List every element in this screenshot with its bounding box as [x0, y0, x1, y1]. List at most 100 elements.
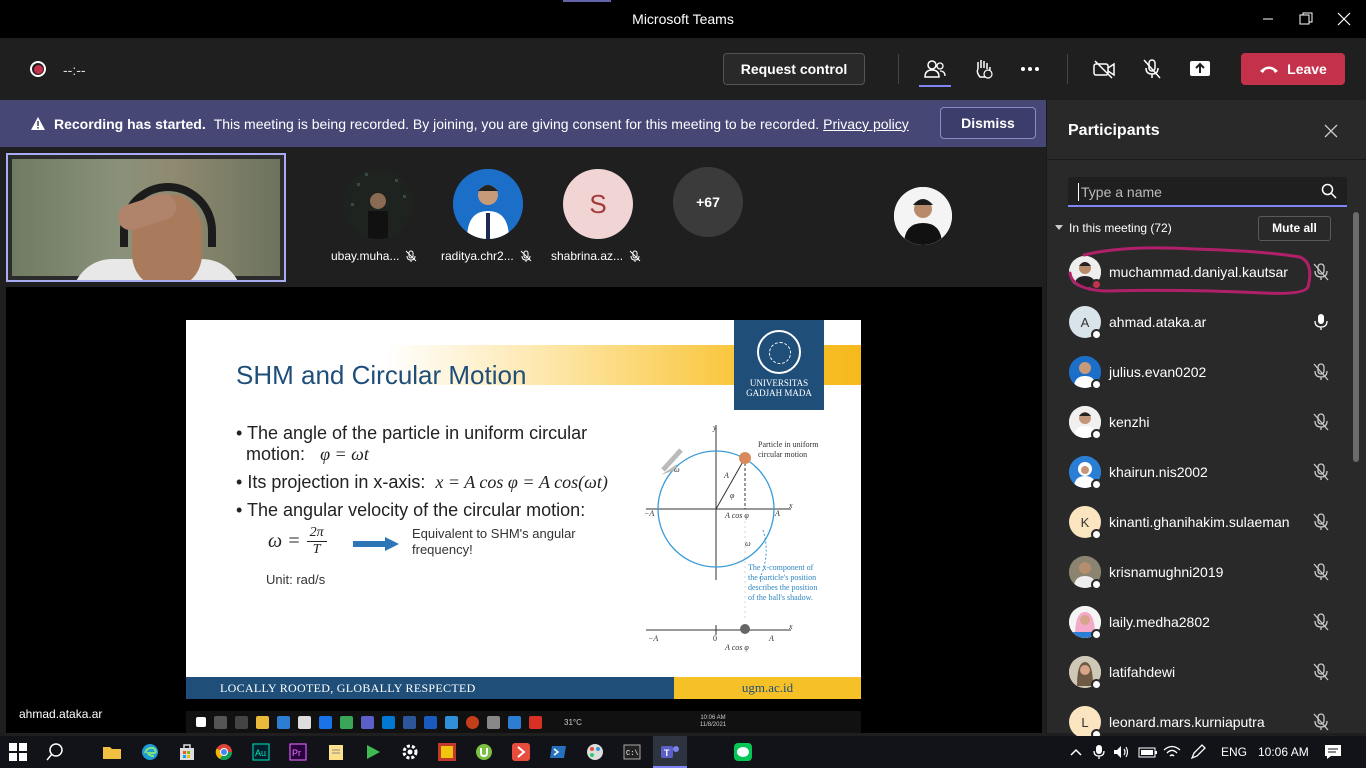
- participant-tile[interactable]: S: [563, 169, 633, 239]
- battery-tray[interactable]: [1138, 742, 1158, 762]
- list-item[interactable]: latifahdewi: [1047, 647, 1352, 697]
- volume-tray[interactable]: [1112, 742, 1132, 762]
- participant-name: julius.evan0202: [1109, 364, 1207, 380]
- participant-name: kenzhi: [1109, 414, 1150, 430]
- reactions-button[interactable]: [966, 53, 1000, 85]
- powershell-button[interactable]: [548, 742, 568, 762]
- presence-badge: [1091, 629, 1102, 640]
- request-control-button[interactable]: Request control: [723, 53, 865, 85]
- search-input[interactable]: [1078, 183, 1308, 201]
- participant-tile[interactable]: [453, 169, 523, 239]
- action-center-button[interactable]: [1323, 742, 1343, 762]
- self-video-tile[interactable]: [6, 153, 286, 282]
- app-button[interactable]: [511, 742, 531, 762]
- minimize-button[interactable]: [1251, 4, 1285, 34]
- close-window-button[interactable]: [1327, 4, 1361, 34]
- app-button[interactable]: [363, 742, 383, 762]
- camera-off-icon: [1093, 60, 1115, 79]
- participant-tile[interactable]: [343, 169, 413, 239]
- amplitude-label: A: [774, 509, 780, 518]
- teams-taskbar-button[interactable]: T: [660, 742, 680, 762]
- in-meeting-section-toggle[interactable]: In this meeting (72): [1055, 221, 1172, 235]
- camera-toggle-button[interactable]: [1087, 53, 1121, 85]
- logo-line-2: GADJAH MADA: [746, 388, 812, 398]
- mic-off-icon: [1313, 463, 1329, 481]
- fraction-numerator: 2π: [309, 525, 324, 540]
- panel-title: Participants: [1068, 122, 1160, 139]
- audition-button[interactable]: Au: [251, 742, 271, 762]
- privacy-policy-link[interactable]: Privacy policy: [823, 116, 909, 132]
- input-language[interactable]: ENG: [1221, 745, 1247, 759]
- line-button[interactable]: [733, 742, 753, 762]
- edge-button[interactable]: [140, 742, 160, 762]
- dismiss-button[interactable]: Dismiss: [940, 107, 1036, 139]
- svg-text:C:\: C:\: [626, 750, 639, 758]
- microphone-icon: [1093, 745, 1105, 759]
- start-button[interactable]: [8, 742, 28, 762]
- leave-label: Leave: [1287, 61, 1327, 77]
- microphone-tray[interactable]: [1089, 742, 1109, 762]
- chevron-up-icon: [1070, 748, 1082, 756]
- mic-off-icon: [1313, 613, 1329, 631]
- overflow-count: +67: [696, 194, 720, 210]
- mic-off-icon: [1313, 563, 1329, 581]
- list-item[interactable]: A ahmad.ataka.ar: [1047, 297, 1352, 347]
- list-item[interactable]: kenzhi: [1047, 397, 1352, 447]
- negative-amplitude-label: −A: [644, 509, 654, 518]
- close-panel-button[interactable]: [1321, 121, 1341, 141]
- settings-button[interactable]: [400, 742, 420, 762]
- list-item[interactable]: muchammad.daniyal.kautsar: [1047, 247, 1352, 297]
- presence-badge: [1091, 579, 1102, 590]
- recording-icon: [30, 61, 46, 77]
- presenter-time: 10:06 AM: [700, 715, 726, 721]
- torrent-button[interactable]: [474, 742, 494, 762]
- overflow-participants-button[interactable]: +67: [673, 167, 743, 237]
- notification-icon: [1325, 745, 1341, 759]
- list-item[interactable]: laily.medha2802: [1047, 597, 1352, 647]
- avatar: [894, 187, 952, 245]
- pinned-participant-tile[interactable]: [806, 153, 1046, 282]
- participant-name: leonard.mars.kurniaputra: [1109, 714, 1265, 730]
- app-button[interactable]: [437, 742, 457, 762]
- maximize-button[interactable]: [1289, 4, 1323, 34]
- show-hidden-icons-button[interactable]: [1066, 742, 1086, 762]
- mute-all-button[interactable]: Mute all: [1258, 216, 1331, 241]
- participant-name: laily.medha2802: [1109, 614, 1210, 630]
- terminal-button[interactable]: C:\: [622, 742, 642, 762]
- avatar-initial: L: [1081, 714, 1089, 730]
- premiere-button[interactable]: Pr: [288, 742, 308, 762]
- note-line-1: The x-component of: [748, 563, 814, 572]
- search-button[interactable]: [45, 742, 65, 762]
- show-participants-button[interactable]: [918, 53, 952, 85]
- list-item[interactable]: khairun.nis2002: [1047, 447, 1352, 497]
- network-tray[interactable]: [1162, 742, 1182, 762]
- list-item[interactable]: K kinanti.ghanihakim.sulaeman: [1047, 497, 1352, 547]
- presence-badge: [1091, 679, 1102, 690]
- paint-button[interactable]: [585, 742, 605, 762]
- leave-button[interactable]: Leave: [1241, 53, 1345, 85]
- more-actions-button[interactable]: [1013, 53, 1047, 85]
- mic-off-icon: [520, 250, 532, 262]
- participant-list-scrollbar[interactable]: [1353, 212, 1359, 462]
- phi-label: φ: [730, 491, 735, 500]
- file-explorer-button[interactable]: [102, 742, 122, 762]
- notes-button[interactable]: [326, 742, 346, 762]
- store-button[interactable]: [177, 742, 197, 762]
- share-button[interactable]: [1183, 53, 1217, 85]
- panel-divider: [1047, 159, 1366, 160]
- note-line-3: describes the position: [748, 583, 817, 592]
- chrome-button[interactable]: [214, 742, 234, 762]
- participant-search[interactable]: [1068, 177, 1347, 207]
- svg-text:T: T: [664, 748, 670, 758]
- settings-icon: [487, 715, 500, 729]
- presence-badge: [1091, 379, 1102, 390]
- list-item[interactable]: julius.evan0202: [1047, 347, 1352, 397]
- taskbar-clock[interactable]: 10:06 AM: [1258, 745, 1309, 759]
- presenter-taskbar: 31°C 10:06 AM 11/8/2021: [186, 711, 861, 733]
- pen-tray[interactable]: [1188, 742, 1208, 762]
- presenter-temperature: 31°C: [564, 717, 582, 727]
- mic-toggle-button[interactable]: [1135, 53, 1169, 85]
- omega-label-2: ω: [745, 539, 751, 548]
- list-item[interactable]: krisnamughni2019: [1047, 547, 1352, 597]
- word-icon: [424, 715, 437, 729]
